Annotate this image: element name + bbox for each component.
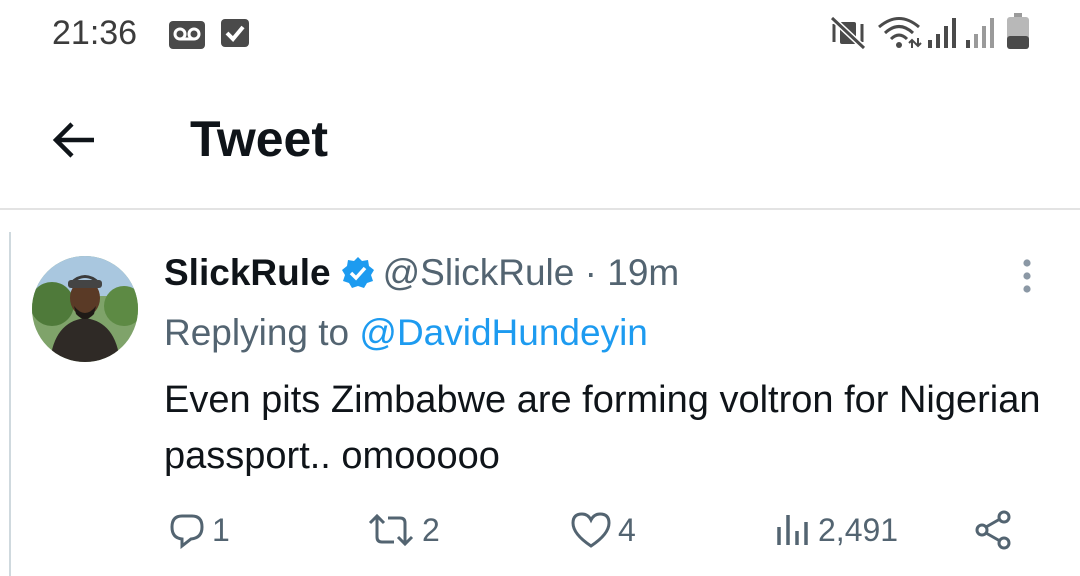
- signal-icon-2: [966, 18, 994, 48]
- checkbox-icon: [221, 19, 249, 47]
- author-name[interactable]: SlickRule: [164, 252, 331, 293]
- share-button[interactable]: [972, 508, 1014, 552]
- avatar-image: [32, 256, 138, 362]
- replying-to: Replying to @DavidHundeyin: [164, 312, 648, 354]
- retweet-icon: [368, 513, 414, 547]
- wifi-icon: [878, 17, 922, 48]
- replying-prefix: Replying to: [164, 312, 350, 353]
- like-count: 4: [618, 511, 636, 548]
- replying-to-mention[interactable]: @DavidHundeyin: [359, 312, 647, 353]
- top-app-bar: Tweet: [0, 70, 1080, 210]
- tweet-actions: 1 2 4 2,491: [0, 500, 1080, 560]
- author-handle[interactable]: @SlickRule: [383, 252, 575, 293]
- retweet-button[interactable]: 2: [366, 508, 440, 552]
- reply-icon: [170, 514, 204, 549]
- heart-icon: [571, 512, 611, 548]
- vibrate-mute-icon: [830, 16, 866, 50]
- signal-icon: [928, 18, 956, 48]
- views-button[interactable]: 2,491: [774, 508, 898, 552]
- page-title: Tweet: [190, 111, 328, 167]
- retweet-count: 2: [422, 511, 440, 548]
- tweet-text: Even pits Zimbabwe are forming voltron f…: [164, 379, 1041, 477]
- share-icon: [975, 510, 1011, 550]
- reply-count: 1: [212, 511, 230, 548]
- header-divider: [0, 208, 1080, 210]
- reply-button[interactable]: 1: [168, 508, 230, 552]
- arrow-left-icon[interactable]: [48, 114, 100, 166]
- views-icon: [777, 515, 808, 545]
- status-bar: 21:36: [0, 0, 1080, 70]
- more-options-icon[interactable]: [1012, 258, 1042, 294]
- voicemail-icon: [169, 21, 205, 49]
- tweet-header: SlickRule @SlickRule · 19m: [164, 252, 679, 302]
- avatar[interactable]: [32, 256, 138, 362]
- status-clock: 21:36: [52, 14, 138, 52]
- separator-dot: ·: [584, 252, 597, 293]
- views-count: 2,491: [818, 511, 899, 548]
- like-button[interactable]: 4: [570, 508, 636, 552]
- tweet-time: 19m: [607, 252, 680, 293]
- battery-icon: [1007, 13, 1029, 49]
- verified-badge-icon: [341, 257, 374, 288]
